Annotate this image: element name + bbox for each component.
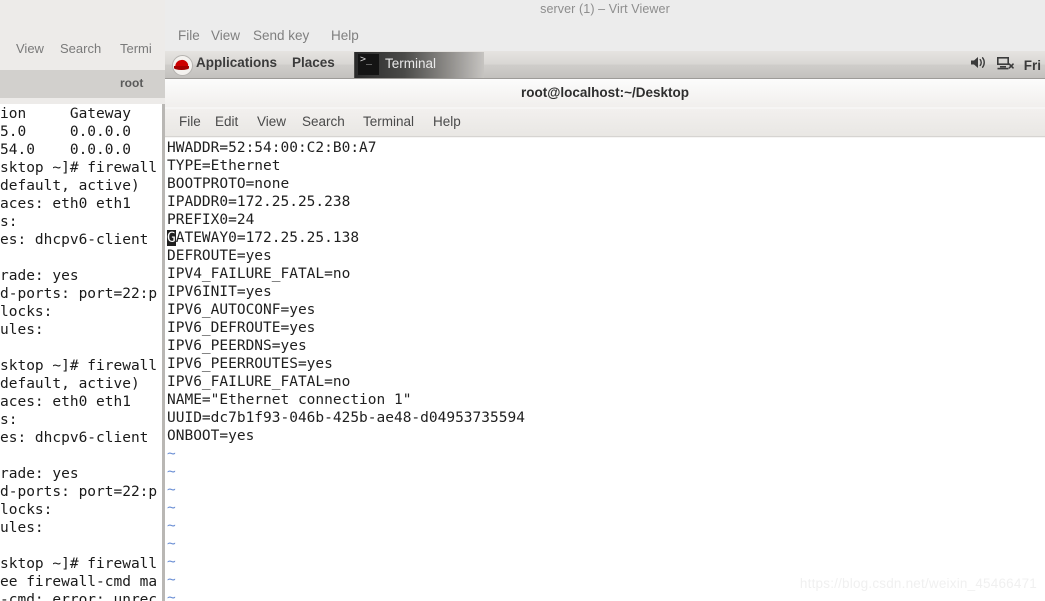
editor-empty-line-marker: ~ — [167, 590, 176, 601]
virt-viewer-title: server (1) – Virt Viewer — [540, 2, 670, 16]
editor-empty-line-marker: ~ — [167, 536, 176, 552]
bg-menu-item-search[interactable]: Search — [60, 41, 101, 56]
bg-terminal-line: rade: yes — [0, 466, 79, 482]
menu-item-edit[interactable]: Edit — [215, 114, 238, 129]
editor-line: UUID=dc7b1f93-046b-425b-ae48-d0495373559… — [167, 410, 525, 426]
panel-clock[interactable]: Fri — [1024, 58, 1041, 73]
terminal-window-title: root@localhost:~/Desktop — [520, 85, 690, 100]
editor-line: IPV6_AUTOCONF=yes — [167, 302, 316, 318]
vv-menu-item-view[interactable]: View — [211, 28, 240, 43]
background-terminal-output[interactable]: ion Gateway 5.0 0.0.0.0 54.0 0.0.0.0 sktop … — [0, 104, 162, 601]
redhat-logo-brim — [174, 65, 189, 70]
virt-viewer-window[interactable]: server (1) – Virt Viewer File View Send … — [165, 0, 1045, 601]
panel-tray: Fri — [970, 51, 1041, 79]
network-disconnected-icon[interactable] — [996, 55, 1015, 76]
editor-line: IPADDR0=172.25.25.238 — [167, 194, 351, 210]
bg-terminal-line: rade: yes — [0, 268, 79, 284]
editor-line: PREFIX0=24 — [167, 212, 255, 228]
watermark: https://blog.csdn.net/weixin_45466471 — [799, 576, 1037, 591]
editor-empty-line-marker: ~ — [167, 446, 176, 462]
menu-item-file[interactable]: File — [179, 114, 201, 129]
bg-terminal-line: default, active) — [0, 376, 140, 392]
redhat-logo-icon[interactable] — [172, 55, 193, 76]
bg-terminal-line: sktop ~]# firewall — [0, 160, 158, 176]
panel-menu-applications[interactable]: Applications — [196, 55, 277, 70]
editor-empty-line-marker: ~ — [167, 572, 176, 588]
editor-empty-line-marker: ~ — [167, 482, 176, 498]
menu-item-help[interactable]: Help — [433, 114, 461, 129]
editor-line: NAME="Ethernet connection 1" — [167, 392, 412, 408]
bg-terminal-line: s: — [0, 214, 18, 230]
editor-line: IPV6_FAILURE_FATAL=no — [167, 374, 351, 390]
background-terminal-window[interactable]: View Search Termi root ion Gateway 5.0 0.… — [0, 0, 165, 601]
bg-terminal-line: d-ports: port=22:p — [0, 484, 158, 500]
editor-line: ONBOOT=yes — [167, 428, 255, 444]
terminal-icon: >_ — [358, 54, 379, 75]
bg-terminal-line: locks: — [0, 502, 53, 518]
editor-line: GATEWAY0=172.25.25.138 — [167, 230, 360, 246]
bg-terminal-line: ion Gateway — [0, 106, 131, 122]
bg-terminal-line: ules: — [0, 322, 44, 338]
virt-viewer-menubar[interactable]: File View Send key Help — [165, 26, 1045, 50]
gnome-terminal-window[interactable]: root@localhost:~/Desktop File Edit View … — [165, 79, 1045, 601]
menu-item-terminal[interactable]: Terminal — [363, 114, 414, 129]
background-terminal-menubar[interactable]: View Search Termi — [0, 40, 165, 64]
editor-line: DEFROUTE=yes — [167, 248, 272, 264]
bg-terminal-line: ee firewall-cmd ma — [0, 574, 158, 590]
bg-terminal-line: sktop ~]# firewall — [0, 358, 158, 374]
editor-line: TYPE=Ethernet — [167, 158, 281, 174]
vv-menu-item-file[interactable]: File — [178, 28, 200, 43]
editor-line: IPV6INIT=yes — [167, 284, 272, 300]
bg-terminal-line: 5.0 0.0.0.0 — [0, 124, 131, 140]
bg-terminal-line: -cmd: error: unrec — [0, 592, 158, 601]
bg-terminal-line: 54.0 0.0.0.0 — [0, 142, 131, 158]
menu-item-search[interactable]: Search — [302, 114, 345, 129]
bg-terminal-line: es: dhcpv6-client — [0, 430, 149, 446]
editor-line: IPV6_DEFROUTE=yes — [167, 320, 316, 336]
bg-terminal-line: locks: — [0, 304, 53, 320]
editor-line: HWADDR=52:54:00:C2:B0:A7 — [167, 140, 377, 156]
bg-terminal-line: sktop ~]# firewall — [0, 556, 158, 572]
bg-terminal-line: d-ports: port=22:p — [0, 286, 158, 302]
screen: View Search Termi root ion Gateway 5.0 0.… — [0, 0, 1045, 601]
taskbar-item-terminal[interactable]: >_ Terminal — [354, 52, 484, 78]
terminal-editor-buffer[interactable]: HWADDR=52:54:00:C2:B0:A7 TYPE=Ethernet BOO… — [165, 138, 1045, 601]
bg-menu-item-view[interactable]: View — [16, 41, 44, 56]
editor-empty-line-marker: ~ — [167, 518, 176, 534]
bg-terminal-line: aces: eth0 eth1 — [0, 196, 131, 212]
volume-icon[interactable] — [970, 55, 987, 75]
text-cursor: G — [167, 230, 176, 246]
menu-item-view[interactable]: View — [257, 114, 286, 129]
bg-terminal-line: default, active) — [0, 178, 140, 194]
bg-terminal-line: ules: — [0, 520, 44, 536]
bg-terminal-line: es: dhcpv6-client — [0, 232, 149, 248]
terminal-menubar[interactable]: File Edit View Search Terminal Help — [165, 109, 1045, 137]
vv-menu-item-help[interactable]: Help — [331, 28, 359, 43]
editor-empty-line-marker: ~ — [167, 464, 176, 480]
bg-terminal-line: aces: eth0 eth1 — [0, 394, 131, 410]
editor-line: BOOTPROTO=none — [167, 176, 290, 192]
editor-empty-line-marker: ~ — [167, 554, 176, 570]
taskbar-item-label: Terminal — [385, 56, 437, 71]
bg-terminal-line: s: — [0, 412, 18, 428]
gnome-top-panel[interactable]: Applications Places >_ Terminal Fri — [165, 51, 1045, 79]
bg-window-title: root — [120, 76, 144, 90]
background-terminal-titlebar[interactable]: root — [0, 70, 165, 98]
bg-menu-item-terminal[interactable]: Termi — [120, 41, 152, 56]
editor-line: IPV6_PEERDNS=yes — [167, 338, 307, 354]
terminal-titlebar[interactable]: root@localhost:~/Desktop — [165, 79, 1045, 107]
vv-menu-item-send-key[interactable]: Send key — [253, 28, 309, 43]
panel-menu-places[interactable]: Places — [292, 55, 335, 70]
editor-line: IPV4_FAILURE_FATAL=no — [167, 266, 351, 282]
editor-empty-line-marker: ~ — [167, 500, 176, 516]
editor-line: IPV6_PEERROUTES=yes — [167, 356, 333, 372]
